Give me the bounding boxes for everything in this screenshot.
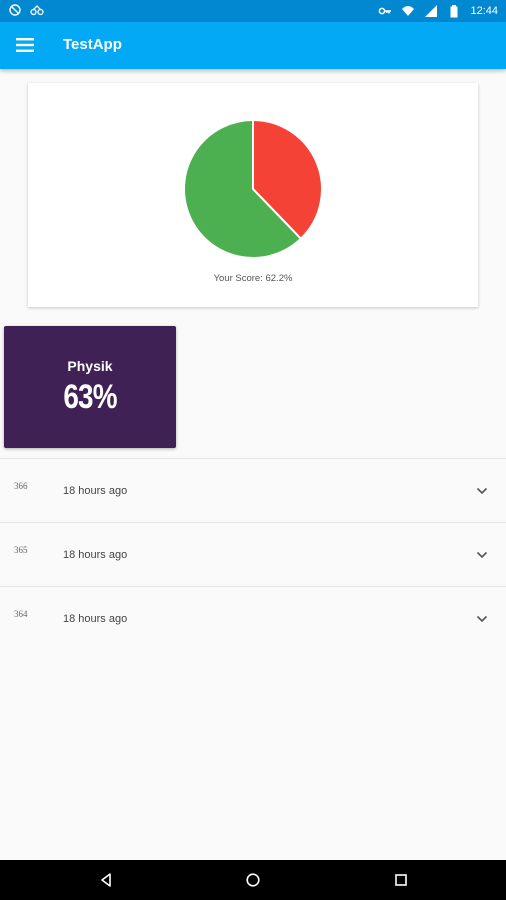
score-caption: Your Score: 62.2% [213,273,293,284]
chevron-down-icon[interactable] [476,487,488,495]
key-icon [379,7,392,15]
status-right-icons: 12:44 [378,3,498,19]
back-icon[interactable] [98,872,114,888]
attempt-time: 18 hours ago [63,485,128,497]
app-bar: TestApp [0,22,506,69]
chevron-down-icon[interactable] [476,551,488,559]
list-item[interactable]: 366 18 hours ago [0,458,506,522]
voicemail-icon [30,5,44,16]
chevron-down-icon[interactable] [476,615,488,623]
navigation-bar [0,860,506,900]
score-chart-card: Your Score: 62.2% [28,83,478,307]
recents-icon[interactable] [393,872,409,888]
signal-icon [425,5,438,17]
subject-tile-physik[interactable]: Physik 63% [4,326,176,448]
status-left-icons [8,3,44,17]
list-item[interactable]: 365 18 hours ago [0,522,506,586]
subject-name: Physik [67,358,113,374]
subject-score: 63% [63,378,117,416]
attempt-id: 366 [14,481,28,491]
hamburger-menu-icon [16,38,34,52]
attempt-list: 366 18 hours ago 365 18 hours ago 364 18… [0,458,506,650]
battery-icon [450,5,458,18]
list-item[interactable]: 364 18 hours ago [0,586,506,650]
home-icon[interactable] [245,872,261,888]
status-time: 12:44 [470,5,498,17]
blocked-icon [9,4,21,16]
status-bar: 12:44 [0,0,506,22]
attempt-time: 18 hours ago [63,549,128,561]
attempt-id: 364 [14,609,28,619]
attempt-time: 18 hours ago [63,613,128,625]
score-pie-chart [183,118,323,259]
app-title: TestApp [63,36,122,53]
menu-button[interactable] [12,32,38,58]
attempt-id: 365 [14,545,28,555]
wifi-icon [402,6,415,16]
